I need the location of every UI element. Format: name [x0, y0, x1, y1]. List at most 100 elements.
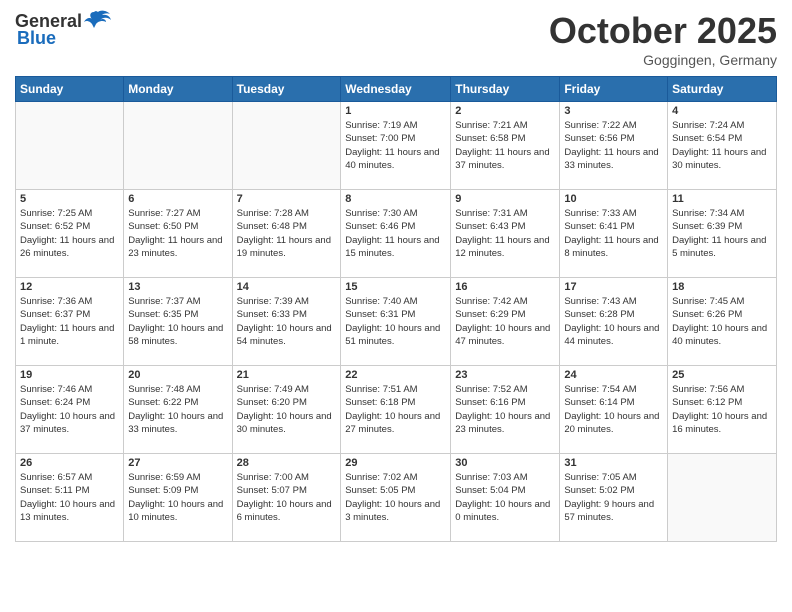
cell-info: Sunrise: 7:33 AM Sunset: 6:41 PM Dayligh… [564, 207, 663, 260]
table-row: 22 Sunrise: 7:51 AM Sunset: 6:18 PM Dayli… [341, 366, 451, 454]
cell-info: Sunrise: 7:40 AM Sunset: 6:31 PM Dayligh… [345, 295, 446, 348]
day-number: 21 [237, 369, 337, 381]
header-friday: Friday [560, 77, 668, 102]
table-row: 25 Sunrise: 7:56 AM Sunset: 6:12 PM Dayli… [668, 366, 777, 454]
day-number: 30 [455, 457, 555, 469]
table-row: 2Sunrise: 7:21 AM Sunset: 6:58 PM Daylig… [451, 102, 560, 190]
cell-info: Sunrise: 7:52 AM Sunset: 6:16 PM Dayligh… [455, 383, 555, 436]
table-row: 18 Sunrise: 7:45 AM Sunset: 6:26 PM Dayli… [668, 278, 777, 366]
table-row: 12 Sunrise: 7:36 AM Sunset: 6:37 PM Dayli… [16, 278, 124, 366]
day-number: 25 [672, 369, 772, 381]
header-saturday: Saturday [668, 77, 777, 102]
header-tuesday: Tuesday [232, 77, 341, 102]
cell-info: Sunrise: 6:57 AM Sunset: 5:11 PM Dayligh… [20, 471, 119, 524]
cell-info: Sunrise: 7:39 AM Sunset: 6:33 PM Dayligh… [237, 295, 337, 348]
location-subtitle: Goggingen, Germany [549, 52, 777, 68]
calendar-week-row: 19 Sunrise: 7:46 AM Sunset: 6:24 PM Dayli… [16, 366, 777, 454]
table-row: 26Sunrise: 6:57 AM Sunset: 5:11 PM Dayli… [16, 454, 124, 542]
cell-info: Sunrise: 7:24 AM Sunset: 6:54 PM Dayligh… [672, 119, 772, 172]
cell-info: Sunrise: 7:22 AM Sunset: 6:56 PM Dayligh… [564, 119, 663, 172]
title-block: October 2025 Goggingen, Germany [549, 10, 777, 68]
table-row: 13Sunrise: 7:37 AM Sunset: 6:35 PM Dayli… [124, 278, 232, 366]
cell-info: Sunrise: 7:36 AM Sunset: 6:37 PM Dayligh… [20, 295, 119, 348]
cell-info: Sunrise: 7:51 AM Sunset: 6:18 PM Dayligh… [345, 383, 446, 436]
cell-info: Sunrise: 7:42 AM Sunset: 6:29 PM Dayligh… [455, 295, 555, 348]
table-row: 31 Sunrise: 7:05 AM Sunset: 5:02 PM Dayli… [560, 454, 668, 542]
table-row: 15 Sunrise: 7:40 AM Sunset: 6:31 PM Dayli… [341, 278, 451, 366]
cell-info: Sunrise: 7:43 AM Sunset: 6:28 PM Dayligh… [564, 295, 663, 348]
calendar-table: Sunday Monday Tuesday Wednesday Thursday… [15, 76, 777, 542]
day-number: 7 [237, 193, 337, 205]
day-number: 5 [20, 193, 119, 205]
day-number: 19 [20, 369, 119, 381]
day-number: 31 [564, 457, 663, 469]
table-row: 20 Sunrise: 7:48 AM Sunset: 6:22 PM Dayli… [124, 366, 232, 454]
day-number: 11 [672, 193, 772, 205]
calendar-week-row: 12 Sunrise: 7:36 AM Sunset: 6:37 PM Dayli… [16, 278, 777, 366]
day-number: 3 [564, 105, 663, 117]
day-number: 13 [128, 281, 227, 293]
header: General Blue October 2025 Goggingen, Ger… [15, 10, 777, 68]
table-row: 8 Sunrise: 7:30 AM Sunset: 6:46 PM Daylig… [341, 190, 451, 278]
logo-bird-icon [84, 10, 112, 32]
calendar-week-row: 5 Sunrise: 7:25 AM Sunset: 6:52 PM Daylig… [16, 190, 777, 278]
table-row: 21Sunrise: 7:49 AM Sunset: 6:20 PM Dayli… [232, 366, 341, 454]
table-row: 23 Sunrise: 7:52 AM Sunset: 6:16 PM Dayli… [451, 366, 560, 454]
day-number: 4 [672, 105, 772, 117]
table-row: 29 Sunrise: 7:02 AM Sunset: 5:05 PM Dayli… [341, 454, 451, 542]
calendar-week-row: 26Sunrise: 6:57 AM Sunset: 5:11 PM Dayli… [16, 454, 777, 542]
day-number: 1 [345, 105, 446, 117]
cell-info: Sunrise: 7:19 AM Sunset: 7:00 PM Dayligh… [345, 119, 446, 172]
table-row [232, 102, 341, 190]
month-title: October 2025 [549, 10, 777, 52]
table-row: 17 Sunrise: 7:43 AM Sunset: 6:28 PM Dayli… [560, 278, 668, 366]
day-number: 15 [345, 281, 446, 293]
day-number: 8 [345, 193, 446, 205]
day-number: 17 [564, 281, 663, 293]
header-wednesday: Wednesday [341, 77, 451, 102]
calendar-header-row: Sunday Monday Tuesday Wednesday Thursday… [16, 77, 777, 102]
table-row: 19 Sunrise: 7:46 AM Sunset: 6:24 PM Dayli… [16, 366, 124, 454]
day-number: 9 [455, 193, 555, 205]
header-monday: Monday [124, 77, 232, 102]
calendar-week-row: 1 Sunrise: 7:19 AM Sunset: 7:00 PM Daylig… [16, 102, 777, 190]
table-row: 1 Sunrise: 7:19 AM Sunset: 7:00 PM Daylig… [341, 102, 451, 190]
cell-info: Sunrise: 7:46 AM Sunset: 6:24 PM Dayligh… [20, 383, 119, 436]
table-row: 9 Sunrise: 7:31 AM Sunset: 6:43 PM Daylig… [451, 190, 560, 278]
table-row: 11 Sunrise: 7:34 AM Sunset: 6:39 PM Dayli… [668, 190, 777, 278]
cell-info: Sunrise: 7:54 AM Sunset: 6:14 PM Dayligh… [564, 383, 663, 436]
day-number: 18 [672, 281, 772, 293]
cell-info: Sunrise: 7:03 AM Sunset: 5:04 PM Dayligh… [455, 471, 555, 524]
cell-info: Sunrise: 7:48 AM Sunset: 6:22 PM Dayligh… [128, 383, 227, 436]
day-number: 14 [237, 281, 337, 293]
cell-info: Sunrise: 7:05 AM Sunset: 5:02 PM Dayligh… [564, 471, 663, 524]
cell-info: Sunrise: 7:02 AM Sunset: 5:05 PM Dayligh… [345, 471, 446, 524]
table-row: 28Sunrise: 7:00 AM Sunset: 5:07 PM Dayli… [232, 454, 341, 542]
table-row: 10 Sunrise: 7:33 AM Sunset: 6:41 PM Dayli… [560, 190, 668, 278]
day-number: 16 [455, 281, 555, 293]
page-container: General Blue October 2025 Goggingen, Ger… [0, 0, 792, 552]
table-row [124, 102, 232, 190]
day-number: 12 [20, 281, 119, 293]
table-row: 5 Sunrise: 7:25 AM Sunset: 6:52 PM Daylig… [16, 190, 124, 278]
header-thursday: Thursday [451, 77, 560, 102]
cell-info: Sunrise: 7:34 AM Sunset: 6:39 PM Dayligh… [672, 207, 772, 260]
logo-blue-text: Blue [17, 28, 56, 49]
day-number: 29 [345, 457, 446, 469]
table-row [668, 454, 777, 542]
cell-info: Sunrise: 7:56 AM Sunset: 6:12 PM Dayligh… [672, 383, 772, 436]
table-row: 4 Sunrise: 7:24 AM Sunset: 6:54 PM Daylig… [668, 102, 777, 190]
cell-info: Sunrise: 7:25 AM Sunset: 6:52 PM Dayligh… [20, 207, 119, 260]
cell-info: Sunrise: 7:30 AM Sunset: 6:46 PM Dayligh… [345, 207, 446, 260]
table-row: 14 Sunrise: 7:39 AM Sunset: 6:33 PM Dayli… [232, 278, 341, 366]
day-number: 10 [564, 193, 663, 205]
table-row: 30 Sunrise: 7:03 AM Sunset: 5:04 PM Dayli… [451, 454, 560, 542]
table-row [16, 102, 124, 190]
cell-info: Sunrise: 7:31 AM Sunset: 6:43 PM Dayligh… [455, 207, 555, 260]
day-number: 23 [455, 369, 555, 381]
day-number: 20 [128, 369, 227, 381]
cell-info: Sunrise: 7:45 AM Sunset: 6:26 PM Dayligh… [672, 295, 772, 348]
cell-info: Sunrise: 7:28 AM Sunset: 6:48 PM Dayligh… [237, 207, 337, 260]
day-number: 22 [345, 369, 446, 381]
table-row: 24Sunrise: 7:54 AM Sunset: 6:14 PM Dayli… [560, 366, 668, 454]
